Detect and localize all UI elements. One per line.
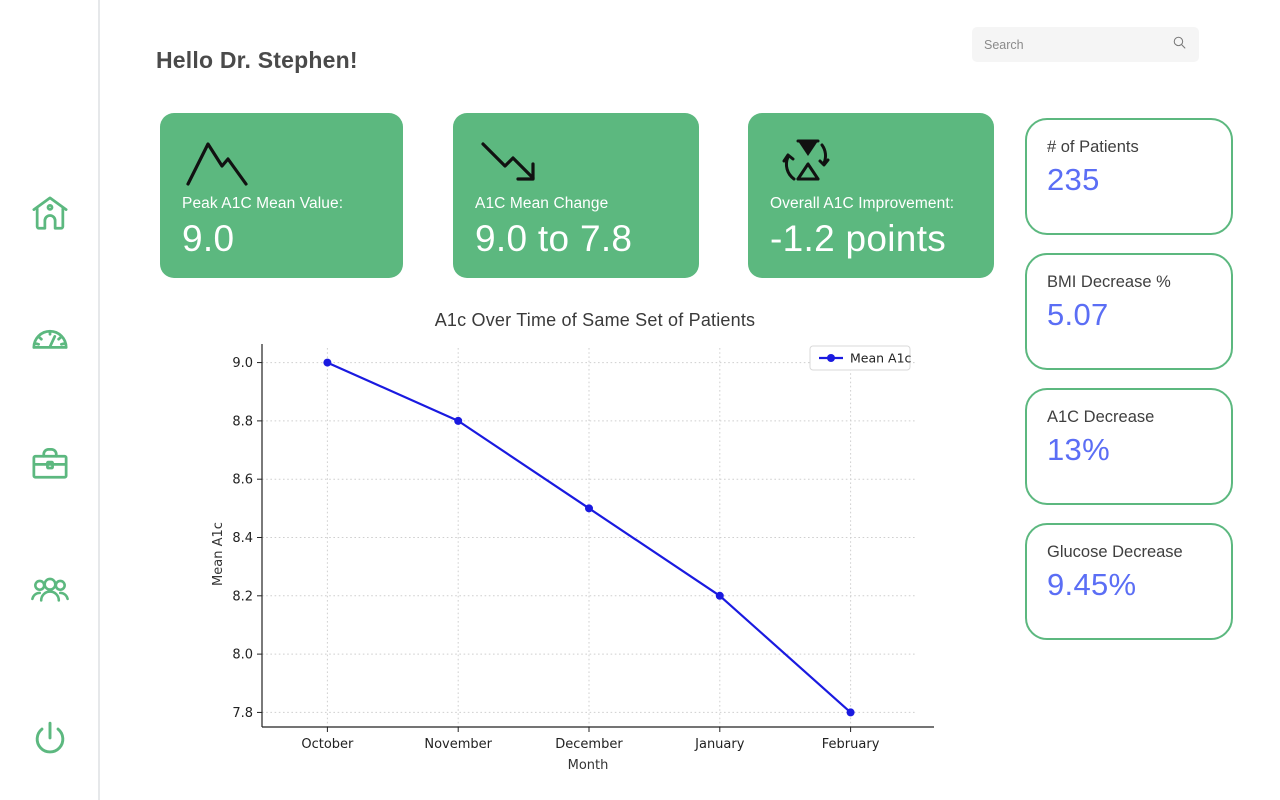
search-icon[interactable] [1172,35,1187,55]
chart-y-tick-labels: 7.8 8.0 8.2 8.4 8.6 8.8 9.0 [232,356,253,721]
users-icon [28,567,72,611]
gauge-icon [28,317,72,361]
metric-card-value: 9.45% [1047,567,1137,602]
svg-text:7.8: 7.8 [232,706,253,721]
svg-text:8.8: 8.8 [232,414,253,429]
dashboard-page: Hello Dr. Stephen! Peak A1C Mean Value: … [0,0,1280,800]
svg-text:8.6: 8.6 [232,473,253,488]
metric-card-patients[interactable]: # of Patients 235 [1025,118,1233,235]
svg-text:November: November [424,737,492,752]
metric-card-label: BMI Decrease % [1047,273,1171,291]
chart-y-axis-label: Mean A1c [211,522,226,586]
svg-text:December: December [555,737,623,752]
page-title: Hello Dr. Stephen! [156,47,358,73]
stat-card-value: 9.0 [182,218,235,259]
stat-card-peak-a1c[interactable]: Peak A1C Mean Value: 9.0 [160,113,403,278]
hourglass-cycle-icon [770,131,972,193]
chart-canvas: 7.8 8.0 8.2 8.4 8.6 8.8 9.0 October November Dec… [211,344,934,773]
svg-text:Mean A1c: Mean A1c [850,351,912,366]
a1c-line-chart: A1c Over Time of Same Set of Patients 7.… [200,310,990,780]
metric-card-glucose-decrease[interactable]: Glucose Decrease 9.45% [1025,523,1233,640]
mountain-peak-icon [182,131,381,193]
svg-text:8.2: 8.2 [232,589,253,604]
sidebar-item-patients[interactable] [0,563,100,615]
svg-text:8.0: 8.0 [232,648,253,663]
stat-card-label: A1C Mean Change [475,195,609,212]
briefcase-icon [28,442,72,486]
svg-text:February: February [822,737,880,752]
chart-gridlines [262,348,916,727]
metric-card-bmi-decrease[interactable]: BMI Decrease % 5.07 [1025,253,1233,370]
metric-card-label: # of Patients [1047,138,1139,156]
metric-card-value: 5.07 [1047,297,1109,332]
home-icon [28,192,72,236]
sidebar-item-logout[interactable] [0,713,100,765]
stat-card-a1c-improvement[interactable]: Overall A1C Improvement: -1.2 points [748,113,994,278]
search-input[interactable] [984,37,1172,52]
stat-card-value: -1.2 points [770,218,947,259]
search-box[interactable] [972,27,1199,62]
metric-card-label: A1C Decrease [1047,408,1155,426]
chart-axes [257,344,934,732]
metric-card-a1c-decrease[interactable]: A1C Decrease 13% [1025,388,1233,505]
sidebar-item-cases[interactable] [0,438,100,490]
stat-card-a1c-change[interactable]: A1C Mean Change 9.0 to 7.8 [453,113,699,278]
sidebar [0,0,100,800]
power-icon [28,717,72,761]
stat-card-value: 9.0 to 7.8 [475,218,633,259]
metric-card-value: 13% [1047,432,1110,467]
metric-card-label: Glucose Decrease [1047,543,1183,561]
svg-text:October: October [301,737,354,752]
chart-x-tick-labels: October November December January February [301,737,879,752]
stat-card-label: Peak A1C Mean Value: [182,195,344,212]
trend-down-icon [475,131,677,193]
svg-text:January: January [694,737,745,752]
sidebar-item-dashboard[interactable] [0,313,100,365]
svg-text:9.0: 9.0 [232,356,253,371]
chart-x-axis-label: Month [568,758,609,773]
chart-title: A1c Over Time of Same Set of Patients [434,310,756,330]
metric-card-value: 235 [1047,162,1100,197]
stat-card-label: Overall A1C Improvement: [770,195,955,212]
chart-legend: Mean A1c [809,345,912,371]
sidebar-item-home[interactable] [0,188,100,240]
svg-text:8.4: 8.4 [232,531,253,546]
